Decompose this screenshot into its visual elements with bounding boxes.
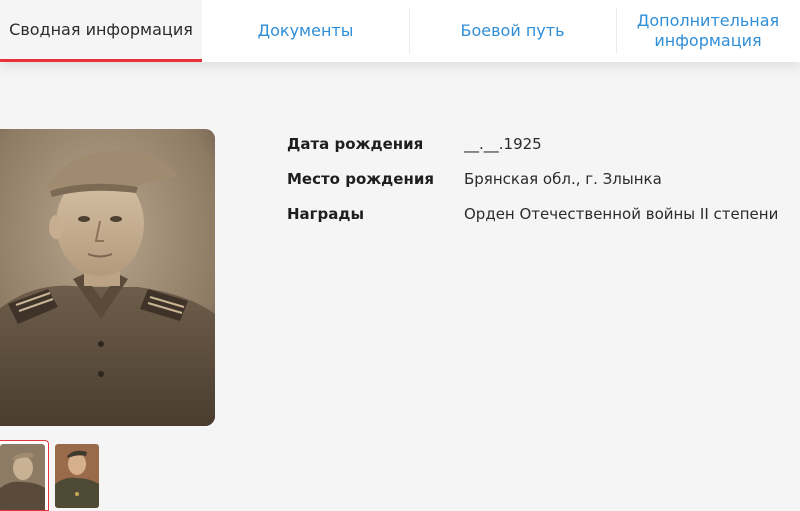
tab-documents[interactable]: Документы xyxy=(202,0,409,62)
thumbnail-photo-1[interactable] xyxy=(0,440,49,511)
tab-documents-label: Документы xyxy=(257,21,354,40)
tab-bar: Сводная информация Документы Боевой путь… xyxy=(0,0,800,62)
thumbnail-photo-2[interactable] xyxy=(55,444,99,508)
tab-combat-path[interactable]: Боевой путь xyxy=(409,0,616,62)
birth-date-value: __.__.1925 xyxy=(464,135,542,153)
awards-label: Награды xyxy=(287,205,365,223)
thumbnail-1-image xyxy=(0,444,45,510)
birth-place-label: Место рождения xyxy=(287,170,434,188)
person-info: Дата рождения __.__.1925 Место рождения … xyxy=(287,131,778,236)
tab-additional-info-label: Дополнительная информация xyxy=(636,11,780,50)
main-portrait-photo[interactable] xyxy=(0,129,215,426)
portrait-image xyxy=(0,129,215,426)
tab-combat-path-label: Боевой путь xyxy=(460,21,565,40)
info-row-birth-date: Дата рождения __.__.1925 xyxy=(287,131,778,166)
info-row-awards: Награды Орден Отечественной войны II сте… xyxy=(287,201,778,236)
birth-date-label: Дата рождения xyxy=(287,135,424,153)
birth-place-value: Брянская обл., г. Злынка xyxy=(464,170,662,188)
tab-summary-label: Сводная информация xyxy=(9,19,193,39)
thumbnail-2-image xyxy=(55,444,99,508)
tab-additional-info[interactable]: Дополнительная информация xyxy=(616,0,800,62)
awards-value: Орден Отечественной войны II степени xyxy=(464,205,779,223)
tab-summary[interactable]: Сводная информация xyxy=(0,0,202,62)
info-row-birth-place: Место рождения Брянская обл., г. Злынка xyxy=(287,166,778,201)
